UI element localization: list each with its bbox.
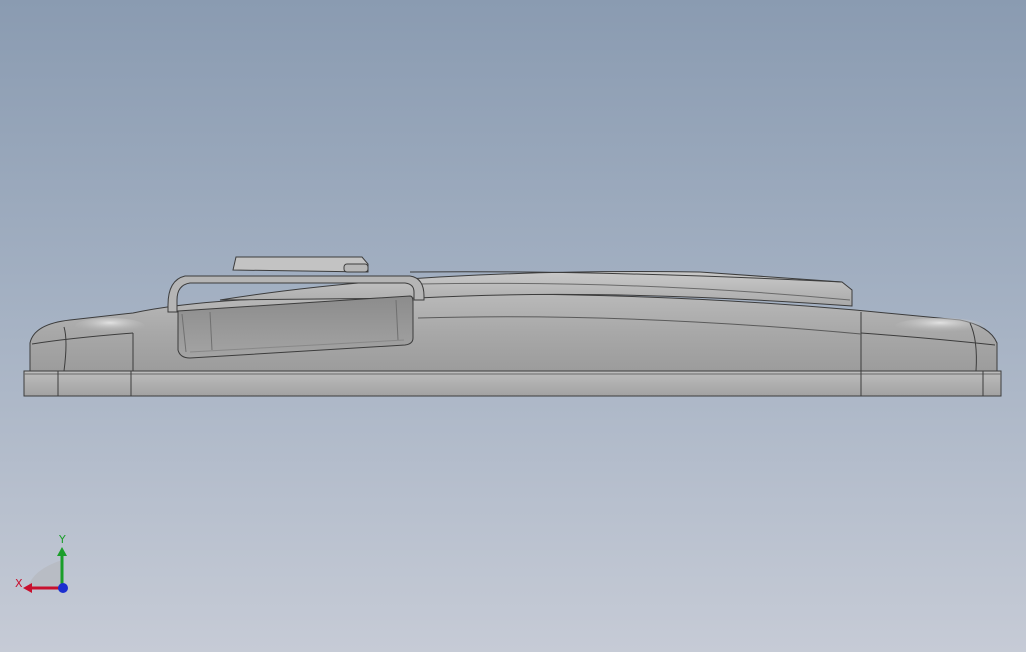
reference-triad[interactable]: X Y bbox=[10, 528, 80, 600]
y-axis-label: Y bbox=[58, 533, 66, 546]
graphics-viewport[interactable]: X Y bbox=[0, 0, 1026, 652]
base-flange bbox=[23, 370, 1002, 397]
part-body[interactable] bbox=[23, 256, 1002, 397]
z-axis-icon bbox=[58, 583, 68, 593]
triad-plane-icon bbox=[28, 560, 62, 588]
cad-model[interactable] bbox=[0, 0, 1026, 652]
x-axis-label: X bbox=[15, 577, 23, 590]
